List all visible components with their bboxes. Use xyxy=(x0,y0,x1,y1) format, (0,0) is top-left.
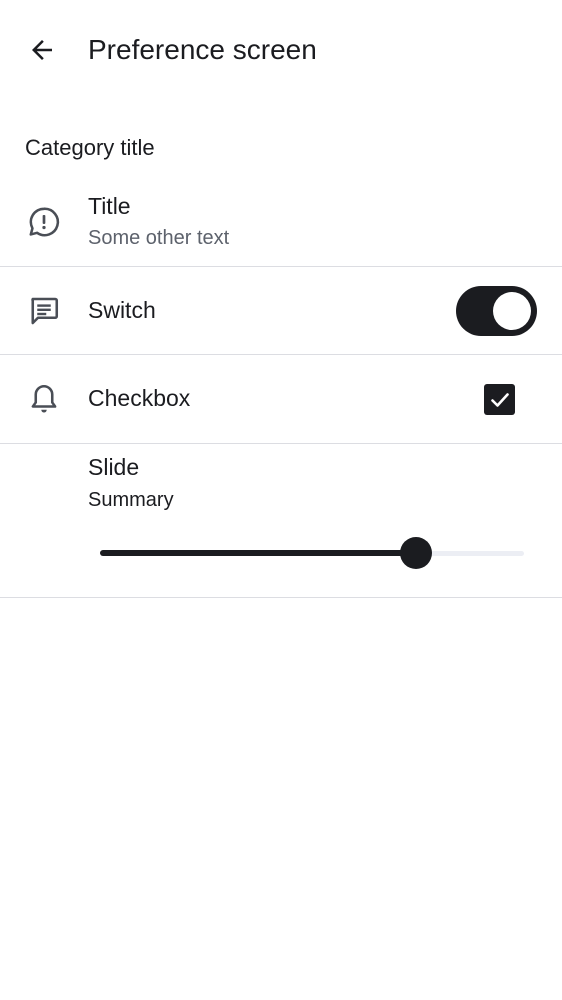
preference-title: Title xyxy=(88,193,131,219)
bell-icon xyxy=(24,379,64,419)
preference-item-checkbox[interactable]: Checkbox xyxy=(0,355,562,443)
switch-thumb xyxy=(493,292,531,330)
page-title: Preference screen xyxy=(88,34,317,65)
message-icon xyxy=(24,291,64,331)
check-icon xyxy=(490,392,509,407)
divider xyxy=(0,597,562,598)
slider-label: Slide xyxy=(88,454,140,480)
slider-fill xyxy=(100,550,416,556)
slider-thumb[interactable] xyxy=(400,537,432,569)
checkbox-label: Checkbox xyxy=(88,385,191,411)
back-button[interactable] xyxy=(18,26,66,74)
category-title: Category title xyxy=(25,135,155,160)
preference-item-slider: Slide Summary xyxy=(0,444,562,597)
arrow-back-icon xyxy=(32,40,52,60)
slider-summary: Summary xyxy=(88,489,174,511)
checkbox[interactable] xyxy=(484,384,515,415)
top-app-bar: Preference screen xyxy=(0,0,562,100)
switch-toggle[interactable] xyxy=(456,286,537,336)
preference-summary: Some other text xyxy=(88,227,230,249)
alert-message-icon xyxy=(24,202,64,242)
seek-bar[interactable] xyxy=(100,536,524,570)
switch-label: Switch xyxy=(88,297,156,323)
preference-item-title[interactable]: Title Some other text xyxy=(0,180,562,266)
